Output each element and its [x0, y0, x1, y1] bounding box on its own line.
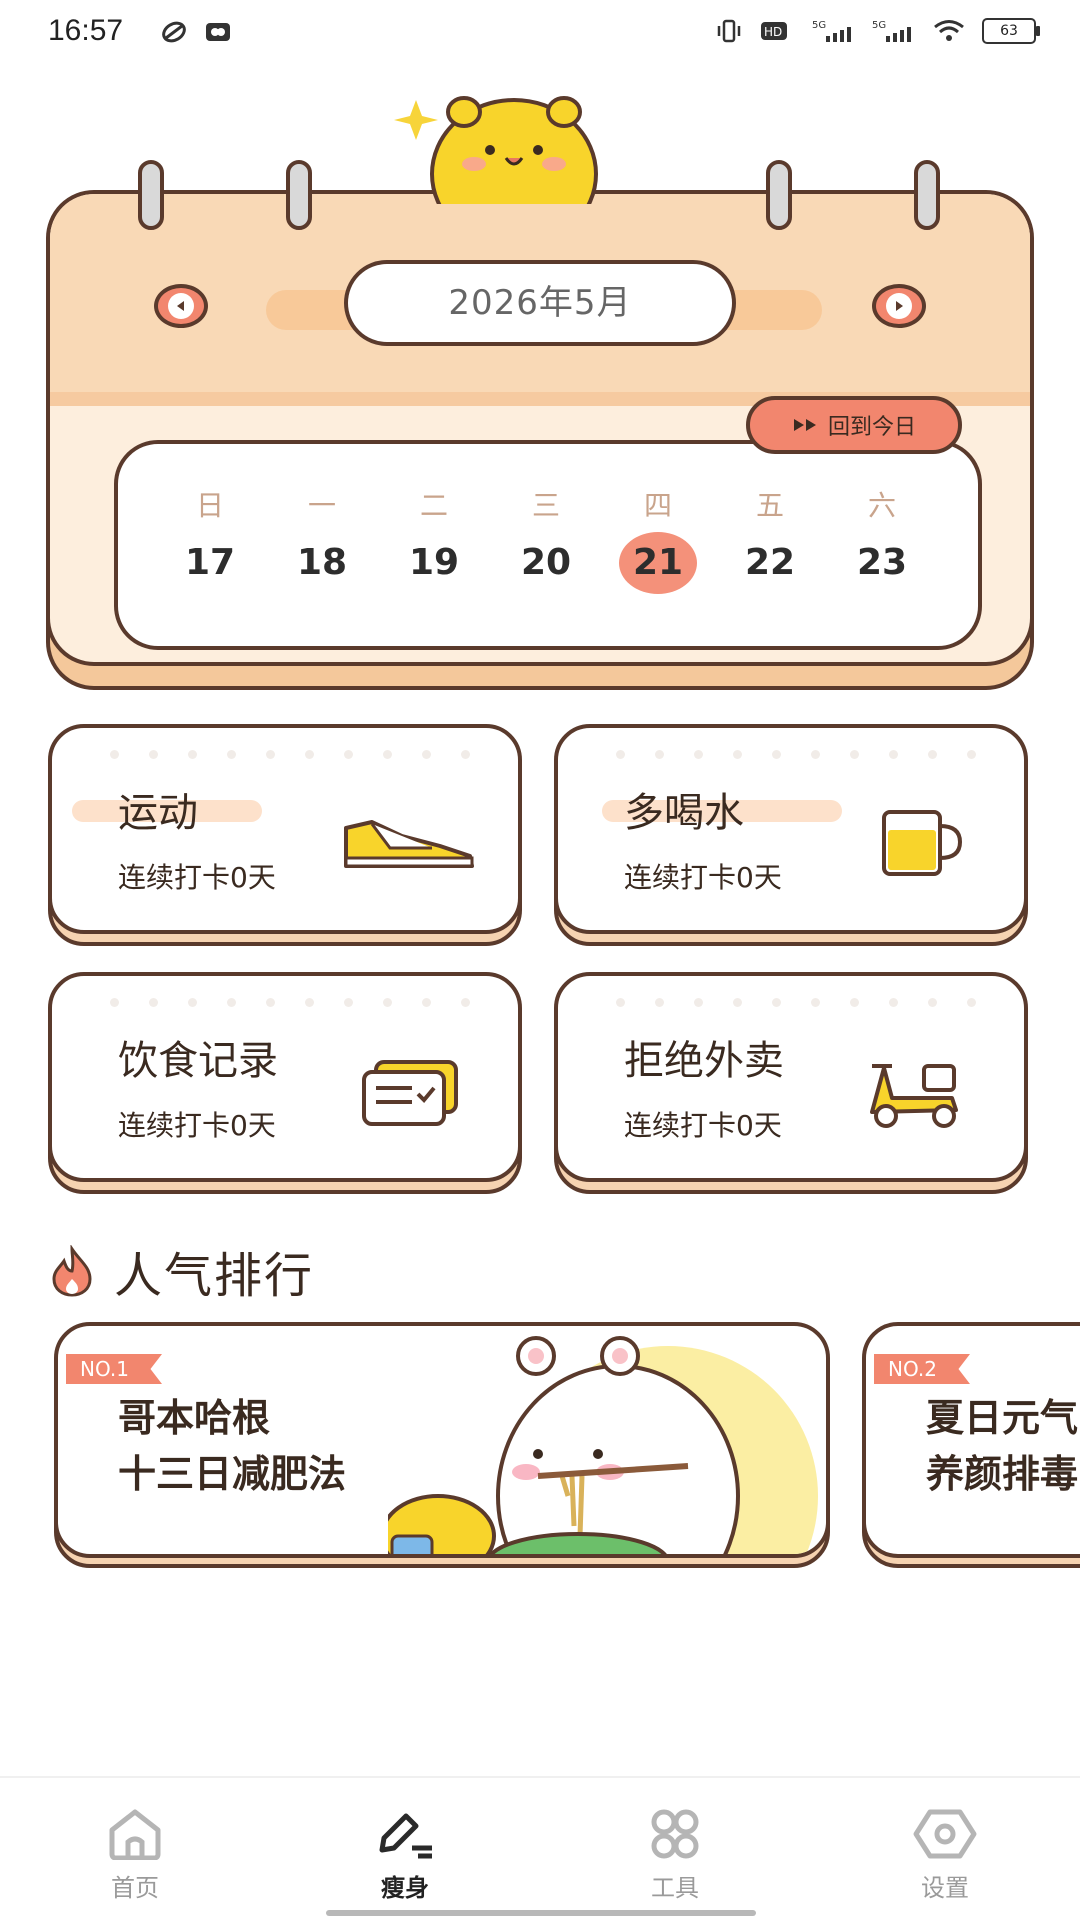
- habit-title: 饮食记录: [118, 1038, 278, 1084]
- tab-label: 首页: [111, 1874, 159, 1902]
- habit-card-no-takeout[interactable]: 拒绝外卖 连续打卡0天: [554, 972, 1028, 1194]
- rank-title-line: 十三日减肥法: [118, 1452, 347, 1496]
- weekday-label: 五: [755, 489, 784, 522]
- habit-card-water[interactable]: 多喝水 连续打卡0天: [554, 724, 1028, 946]
- weekday-label: 日: [195, 489, 224, 522]
- card-check-icon: [362, 1060, 458, 1126]
- card-dots: [616, 998, 976, 1007]
- status-time: 16:57: [48, 14, 124, 47]
- fast-forward-icon: [793, 419, 816, 431]
- weekday-label: 一: [307, 489, 336, 522]
- bottom-navigation: 首页 瘦身 工具 设置: [0, 1776, 1080, 1922]
- prev-month-button[interactable]: [154, 284, 208, 328]
- svg-text:5G: 5G: [872, 20, 886, 31]
- date-cell[interactable]: 23: [826, 532, 938, 594]
- habit-card-diet[interactable]: 饮食记录 连续打卡0天: [48, 972, 522, 1194]
- svg-text:HD: HD: [764, 25, 782, 39]
- sneaker-icon: [344, 820, 474, 868]
- date-cell[interactable]: 22: [714, 532, 826, 594]
- rank-title: 哥本哈根 十三日减肥法: [118, 1390, 346, 1502]
- date-row: 17 18 19 20 21 22 23: [154, 532, 944, 594]
- rank-title-line: 夏日元气: [926, 1396, 1079, 1440]
- rank-title: 夏日元气 养颜排毒: [926, 1390, 1078, 1502]
- rank-title-line: 养颜排毒: [926, 1452, 1079, 1496]
- habit-card-exercise[interactable]: 运动 连续打卡0天: [48, 724, 522, 946]
- ranking-card-2[interactable]: NO.2 夏日元气 养颜排毒: [862, 1322, 1080, 1568]
- wifi-icon: [934, 20, 964, 41]
- back-to-today-label: 回到今日: [827, 415, 916, 440]
- date-cell[interactable]: 18: [266, 532, 378, 594]
- selected-date-label: 21: [632, 542, 684, 583]
- signal-5g-icon: 5G: [812, 20, 851, 42]
- tab-slim[interactable]: 瘦身: [270, 1778, 540, 1922]
- calendar-header: 2026年5月: [50, 194, 1030, 406]
- signal-5g-icon: 5G: [872, 20, 911, 42]
- rank-title-line: 哥本哈根: [118, 1396, 271, 1440]
- triangle-right-icon: [896, 301, 903, 311]
- next-month-button[interactable]: [872, 284, 926, 328]
- weekday-row: 日 一 二 三 四 五 六: [154, 484, 944, 524]
- flame-icon: [52, 1245, 92, 1297]
- binder-ring: [766, 160, 792, 230]
- tab-home[interactable]: 首页: [0, 1778, 270, 1922]
- habit-title: 运动: [118, 790, 198, 836]
- binder-ring: [914, 160, 940, 230]
- binder-ring: [286, 160, 312, 230]
- week-strip: 日 一 二 三 四 五 六 17 18 19 20 21 22 23: [114, 440, 982, 650]
- bear-eating-noodles-illustration: [388, 1336, 818, 1554]
- weekday-label: 六: [867, 489, 896, 522]
- tab-label: 瘦身: [381, 1874, 429, 1902]
- habit-streak: 连续打卡0天: [118, 1109, 276, 1142]
- back-to-today-button[interactable]: 回到今日: [746, 396, 962, 454]
- tab-tools[interactable]: 工具: [540, 1778, 810, 1922]
- scooter-icon: [870, 1064, 958, 1128]
- battery-indicator: 63: [982, 18, 1040, 44]
- triangle-left-icon: [177, 301, 184, 311]
- weekday-label: 四: [643, 489, 672, 522]
- date-cell[interactable]: 19: [378, 532, 490, 594]
- card-icon: [206, 23, 230, 41]
- date-cell[interactable]: 20: [490, 532, 602, 594]
- vibrate-icon: [717, 19, 741, 43]
- rank-badge: NO.2: [874, 1354, 970, 1384]
- habit-title: 多喝水: [624, 790, 744, 836]
- pen-icon: [379, 1813, 432, 1859]
- home-icon: [109, 1809, 161, 1860]
- home-indicator[interactable]: [326, 1910, 756, 1916]
- tab-label: 工具: [651, 1874, 699, 1902]
- binder-ring: [138, 160, 164, 230]
- status-bar: 16:57 HD 5G 5G 63: [0, 0, 1080, 70]
- habit-streak: 连续打卡0天: [624, 861, 782, 894]
- chick-mascot-icon: [394, 96, 598, 204]
- cup-icon: [882, 810, 963, 876]
- hexagon-icon: [913, 1809, 977, 1859]
- habit-title: 拒绝外卖: [624, 1038, 784, 1084]
- ranking-card-1[interactable]: NO.1 哥本哈根 十三日减肥法: [54, 1322, 830, 1568]
- ranking-title: 人气排行: [114, 1248, 315, 1304]
- tab-label: 设置: [921, 1874, 969, 1902]
- habit-streak: 连续打卡0天: [118, 861, 276, 894]
- hd-icon: HD: [761, 22, 787, 40]
- calendar-widget: 2026年5月 日 一 二 三 四 五 六 17 18 19 20 21 22 …: [46, 96, 1034, 690]
- habit-streak: 连续打卡0天: [624, 1109, 782, 1142]
- svg-text:5G: 5G: [812, 20, 826, 31]
- weekday-label: 三: [531, 489, 560, 522]
- card-dots: [110, 750, 470, 759]
- month-title[interactable]: 2026年5月: [344, 260, 736, 346]
- status-right-icons: HD 5G 5G 63: [714, 18, 1040, 44]
- date-cell[interactable]: 17: [154, 532, 266, 594]
- weekday-label: 二: [419, 489, 448, 522]
- grid-icon: [651, 1809, 699, 1859]
- card-dots: [616, 750, 976, 759]
- rank-badge: NO.1: [66, 1354, 162, 1384]
- card-dots: [110, 998, 470, 1007]
- status-left-icons: [160, 20, 232, 44]
- tab-settings[interactable]: 设置: [810, 1778, 1080, 1922]
- date-cell-selected[interactable]: 21: [602, 532, 714, 594]
- ranking-header: 人气排行: [46, 1236, 314, 1306]
- leaf-icon: [162, 21, 186, 43]
